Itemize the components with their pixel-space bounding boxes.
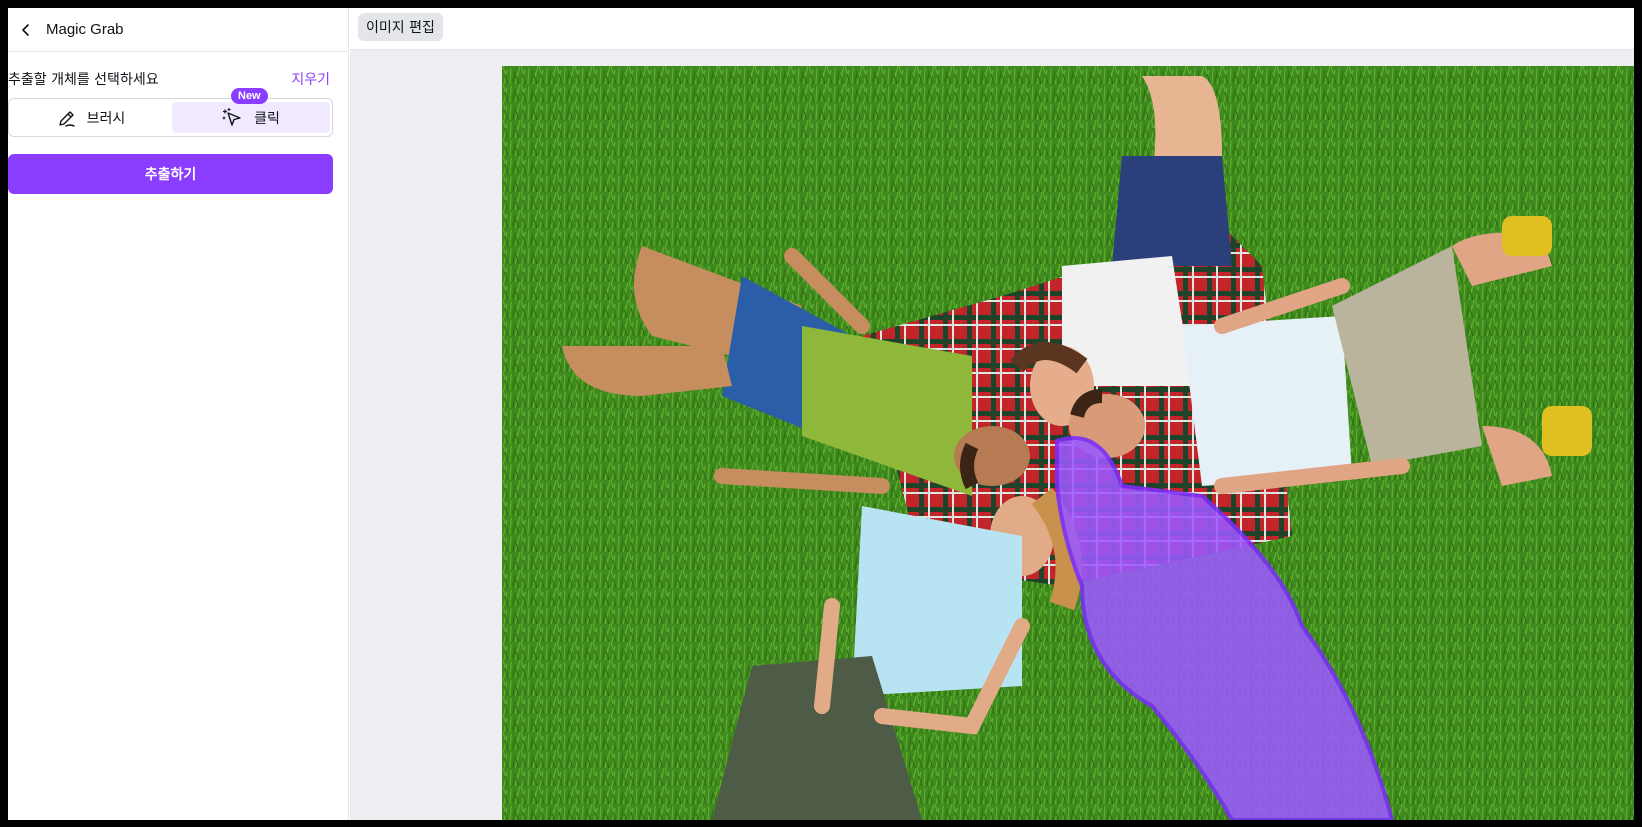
click-mode-label: 클릭 <box>254 110 280 127</box>
new-badge: New <box>231 88 268 104</box>
panel-title: Magic Grab <box>46 21 124 38</box>
extract-button[interactable]: 추출하기 <box>8 154 333 194</box>
chevron-left-icon <box>22 24 29 36</box>
canvas-area: 이미지 편집 <box>350 8 1634 820</box>
brush-mode-label: 브러시 <box>86 110 126 127</box>
edit-image-button[interactable]: 이미지 편집 <box>358 13 443 41</box>
brush-mode-button[interactable]: 브러시 <box>12 102 170 133</box>
top-toolbar: 이미지 편집 <box>350 8 1634 50</box>
panel-header: Magic Grab <box>8 8 349 52</box>
click-mode-button[interactable]: 클릭 <box>172 102 330 133</box>
magic-grab-panel: Magic Grab 추출할 개체를 선택하세요 지우기 브러시 클릭 New … <box>8 8 349 820</box>
back-button[interactable] <box>12 16 40 44</box>
clear-button[interactable]: 지우기 <box>291 69 330 89</box>
magic-cursor-icon <box>222 107 241 126</box>
brush-icon <box>58 110 75 127</box>
photo-canvas[interactable] <box>502 66 1634 820</box>
people-on-grass-photo <box>502 66 1634 820</box>
selection-mode-toggle: 브러시 클릭 <box>8 98 333 137</box>
app-window: Magic Grab 추출할 개체를 선택하세요 지우기 브러시 클릭 New … <box>8 8 1634 820</box>
selection-prompt: 추출할 개체를 선택하세요 <box>8 72 159 88</box>
